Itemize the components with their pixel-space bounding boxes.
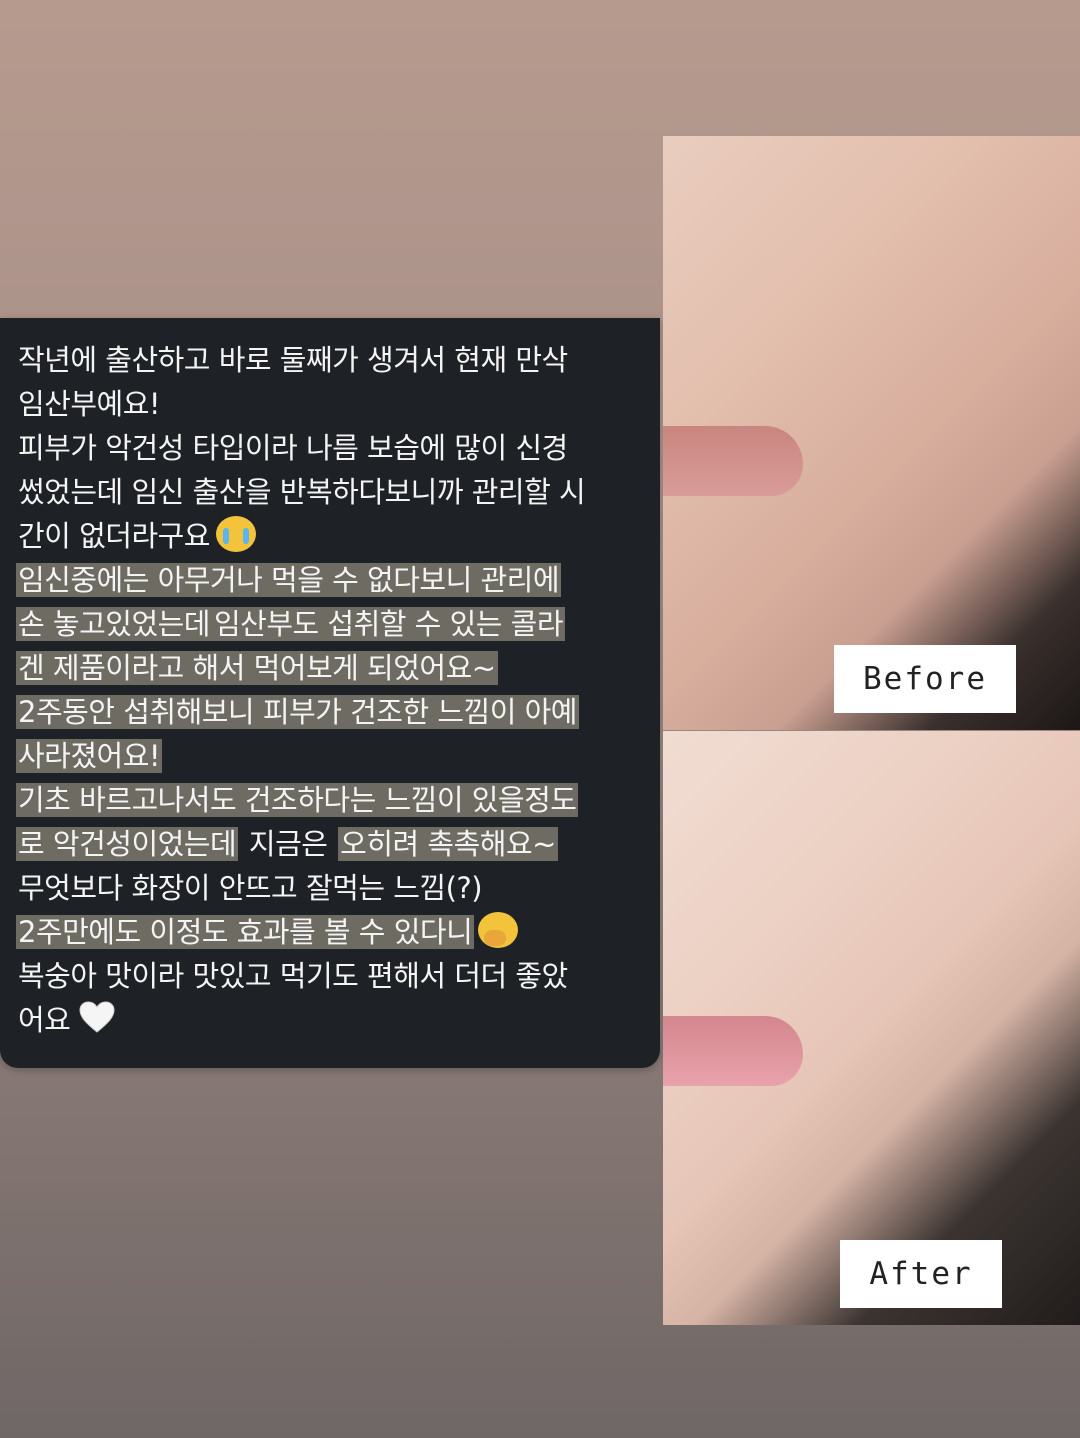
- highlighted-text: 임산부도 섭취할 수 있는 콜라: [211, 607, 566, 641]
- review-line: 어요: [16, 998, 656, 1042]
- review-line: 임신중에는 아무거나 먹을 수 없다보니 관리에: [16, 558, 656, 602]
- after-label: After: [840, 1240, 1002, 1308]
- lips-before: [663, 426, 803, 496]
- review-line: 피부가 악건성 타입이라 나름 보습에 많이 신경: [16, 426, 656, 470]
- highlighted-text: 2주동안 섭취해보니 피부가 건조한 느낌이 아예: [16, 695, 579, 729]
- review-line: 작년에 출산하고 바로 둘째가 생겨서 현재 만삭: [16, 338, 656, 382]
- review-text-segment: 피부가 악건성 타입이라 나름 보습에 많이 신경: [18, 431, 568, 465]
- review-line: 겐 제품이라고 해서 먹어보게 되었어요~: [16, 646, 656, 690]
- loudly-crying-face-icon: [215, 516, 256, 552]
- review-text-segment: 간이 없더라구요: [18, 519, 210, 553]
- highlighted-text: 사라졌어요!: [16, 739, 163, 773]
- review-line: 기초 바르고나서도 건조하다는 느낌이 있을정도: [16, 778, 656, 822]
- review-text: 작년에 출산하고 바로 둘째가 생겨서 현재 만삭임산부예요! 피부가 악건성 타…: [16, 338, 656, 1042]
- review-line: 복숭아 맛이라 맛있고 먹기도 편해서 더더 좋았: [16, 954, 656, 998]
- review-line: 2주만에도 이정도 효과를 볼 수 있다니: [16, 910, 656, 954]
- before-photo: [663, 136, 1080, 730]
- review-line: 무엇보다 화장이 안뜨고 잘먹는 느낌(?): [16, 866, 656, 910]
- review-line: 썼었는데 임신 출산을 반복하다보니까 관리할 시: [16, 470, 656, 514]
- review-line: 간이 없더라구요: [16, 514, 656, 558]
- review-text-segment: 무엇보다 화장이 안뜨고 잘먹는 느낌(?): [18, 871, 483, 905]
- lips-after: [663, 1016, 803, 1086]
- review-text-segment: 썼었는데 임신 출산을 반복하다보니까 관리할 시: [18, 475, 586, 509]
- review-text-segment: 어요: [18, 1003, 71, 1037]
- review-line: 사라졌어요!: [16, 734, 656, 778]
- highlighted-text: 기초 바르고나서도 건조하다는 느낌이 있을정도: [16, 783, 579, 817]
- review-text-segment: 복숭아 맛이라 맛있고 먹기도 편해서 더더 좋았: [18, 959, 568, 993]
- before-label: Before: [834, 645, 1016, 713]
- review-line: 임산부예요!: [16, 382, 656, 426]
- highlighted-text: 겐 제품이라고 해서 먹어보게 되었어요~: [16, 651, 498, 685]
- highlighted-text: 로 악건성이었는데: [16, 827, 239, 861]
- review-line: 2주동안 섭취해보니 피부가 건조한 느낌이 아예: [16, 690, 656, 734]
- white-heart-icon: [76, 1000, 118, 1034]
- highlighted-text: 오히려 촉촉해요~: [338, 827, 558, 861]
- after-photo: [663, 731, 1080, 1325]
- review-line: 로 악건성이었는데 지금은 오히려 촉촉해요~: [16, 822, 656, 866]
- highlighted-text: 임신중에는 아무거나 먹을 수 없다보니 관리에: [16, 563, 562, 597]
- review-text-segment: 작년에 출산하고 바로 둘째가 생겨서 현재 만삭: [18, 343, 568, 377]
- review-message-card: 작년에 출산하고 바로 둘째가 생겨서 현재 만삭임산부예요! 피부가 악건성 타…: [0, 318, 660, 1068]
- highlighted-text: 손 놓고있었는데: [16, 607, 212, 641]
- face-with-hand-over-mouth-icon: [478, 912, 519, 948]
- review-line: 손 놓고있었는데 임산부도 섭취할 수 있는 콜라: [16, 602, 656, 646]
- review-text-segment: 지금은: [240, 827, 337, 861]
- highlighted-text: 2주만에도 이정도 효과를 볼 수 있다니: [16, 915, 475, 949]
- review-text-segment: 임산부예요!: [18, 387, 161, 421]
